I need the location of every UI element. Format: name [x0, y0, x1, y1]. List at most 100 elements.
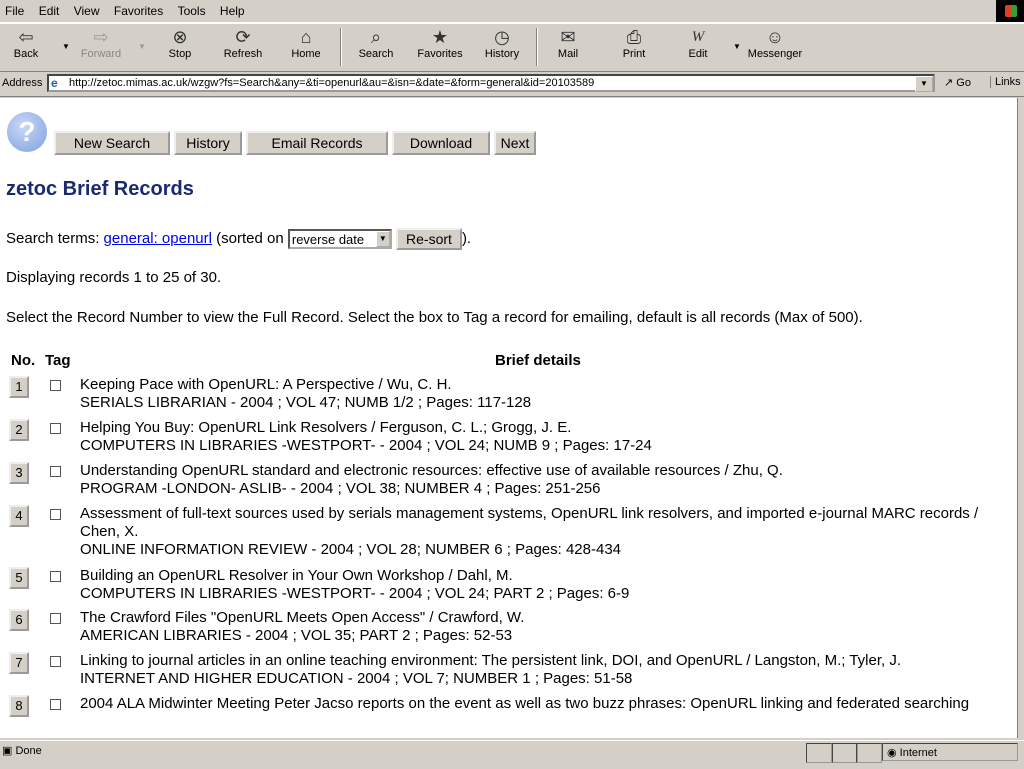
toolbar-separator [536, 28, 538, 66]
forward-dropdown-icon[interactable]: ▼ [138, 42, 146, 51]
record-number-button[interactable]: 7 [9, 652, 29, 674]
forward-button[interactable]: ⇨ Forward [76, 26, 126, 60]
refresh-button[interactable]: ⟳ Refresh [218, 26, 268, 60]
column-header-details: Brief details [495, 352, 581, 369]
history-button[interactable]: ◷ History [480, 26, 524, 60]
status-segment [806, 743, 832, 763]
refresh-icon: ⟳ [235, 27, 251, 47]
ie-page-icon: e [51, 76, 58, 90]
tag-checkbox[interactable] [50, 423, 61, 434]
menu-favorites[interactable]: Favorites [109, 0, 169, 18]
messenger-button[interactable]: ☺ Messenger [744, 26, 806, 60]
record-source: AMERICAN LIBRARIES - 2004 ; VOL 35; PART… [80, 627, 513, 644]
edit-button[interactable]: W Edit [680, 26, 716, 60]
search-terms-line: Search terms: general: openurl (sorted o… [6, 228, 471, 250]
tag-checkbox[interactable] [50, 571, 61, 582]
chevron-down-icon: ▼ [375, 231, 390, 247]
home-icon: ⌂ [300, 27, 312, 47]
print-icon: ⎙ [626, 27, 642, 47]
address-input[interactable]: e http://zetoc.mimas.ac.uk/wzgw?fs=Searc… [47, 74, 935, 92]
record-details: Keeping Pace with OpenURL: A Perspective… [80, 376, 1010, 412]
tag-checkbox[interactable] [50, 380, 61, 391]
tag-checkbox[interactable] [50, 509, 61, 520]
back-dropdown-icon[interactable]: ▼ [62, 42, 70, 51]
record-title: Keeping Pace with OpenURL: A Perspective… [80, 376, 452, 393]
back-arrow-icon: ⇦ [18, 27, 34, 47]
page-done-icon: ▣ [2, 745, 13, 757]
page-content: ? New Search History Email Records Downl… [0, 98, 1018, 738]
windows-logo-icon [996, 0, 1024, 22]
record-title: 2004 ALA Midwinter Meeting Peter Jacso r… [80, 695, 970, 712]
record-number-button[interactable]: 6 [9, 609, 29, 631]
tag-checkbox[interactable] [50, 656, 61, 667]
record-title: Helping You Buy: OpenURL Link Resolvers … [80, 419, 572, 436]
favorites-button[interactable]: ★ Favorites [412, 26, 468, 60]
stop-icon: ⊗ [172, 27, 188, 47]
record-source: PROGRAM -LONDON- ASLIB- - 2004 ; VOL 38;… [80, 480, 601, 497]
address-dropdown-icon[interactable]: ▼ [915, 76, 933, 92]
record-details: Linking to journal articles in an online… [80, 652, 1010, 688]
links-button[interactable]: Links [990, 76, 1021, 88]
messenger-icon: ☺ [765, 27, 785, 47]
favorites-folder-icon: ★ [431, 27, 449, 47]
status-segment [832, 743, 858, 763]
resort-button[interactable]: Re-sort [396, 228, 462, 250]
address-url: http://zetoc.mimas.ac.uk/wzgw?fs=Search&… [69, 77, 595, 89]
forward-arrow-icon: ⇨ [93, 27, 109, 47]
record-details: 2004 ALA Midwinter Meeting Peter Jacso r… [80, 695, 1010, 713]
record-number-button[interactable]: 2 [9, 419, 29, 441]
record-details: The Crawford Files "OpenURL Meets Open A… [80, 609, 1010, 645]
page-title: zetoc Brief Records [6, 178, 194, 200]
column-header-no: No. [11, 352, 36, 369]
next-button[interactable]: Next [494, 131, 536, 155]
record-title: Understanding OpenURL standard and elect… [80, 462, 783, 479]
stop-button[interactable]: ⊗ Stop [160, 26, 200, 60]
back-button[interactable]: ⇦ Back [8, 26, 44, 60]
history-icon: ◷ [494, 27, 510, 47]
search-terms-link[interactable]: general: openurl [104, 230, 212, 247]
mail-icon: ✉ [560, 27, 576, 47]
vertical-scrollbar[interactable] [1017, 98, 1024, 738]
history-nav-button[interactable]: History [174, 131, 242, 155]
address-label: Address [2, 77, 43, 89]
toolbar-separator [340, 28, 342, 66]
tag-checkbox[interactable] [50, 613, 61, 624]
address-bar: Address e http://zetoc.mimas.ac.uk/wzgw?… [0, 72, 1024, 97]
record-title: Assessment of full-text sources used by … [80, 505, 979, 540]
record-number-button[interactable]: 5 [9, 567, 29, 589]
menu-edit[interactable]: Edit [34, 0, 66, 18]
menu-help[interactable]: Help [215, 0, 251, 18]
displaying-count: Displaying records 1 to 25 of 30. [6, 269, 222, 286]
edit-dropdown-icon[interactable]: ▼ [733, 42, 741, 51]
record-source: INTERNET AND HIGHER EDUCATION - 2004 ; V… [80, 670, 633, 687]
record-source: ONLINE INFORMATION REVIEW - 2004 ; VOL 2… [80, 541, 622, 558]
tag-checkbox[interactable] [50, 466, 61, 477]
search-button[interactable]: ⌕ Search [352, 26, 400, 60]
go-button[interactable]: ↗ Go [944, 76, 971, 89]
security-zone: ◉ Internet [882, 743, 1018, 761]
toolbar: ⇦ Back ▼ ⇨ Forward ▼ ⊗ Stop ⟳ Refresh ⌂ … [0, 23, 1024, 72]
instructions-text: Select the Record Number to view the Ful… [6, 309, 863, 326]
status-bar: ▣ Done ◉ Internet [0, 740, 1024, 769]
record-number-button[interactable]: 4 [9, 505, 29, 527]
mail-button[interactable]: ✉ Mail [548, 26, 588, 60]
record-number-button[interactable]: 8 [9, 695, 29, 717]
home-button[interactable]: ⌂ Home [284, 26, 328, 60]
status-segment [856, 743, 882, 763]
print-button[interactable]: ⎙ Print [614, 26, 654, 60]
tag-checkbox[interactable] [50, 699, 61, 710]
email-records-button[interactable]: Email Records [246, 131, 388, 155]
download-button[interactable]: Download [392, 131, 490, 155]
record-source: SERIALS LIBRARIAN - 2004 ; VOL 47; NUMB … [80, 394, 532, 411]
help-question-icon[interactable]: ? [7, 112, 47, 152]
sort-select[interactable]: reverse date ▼ [287, 229, 392, 249]
menu-tools[interactable]: Tools [173, 0, 212, 18]
edit-word-icon: W [691, 29, 705, 45]
menu-view[interactable]: View [69, 0, 106, 18]
column-header-tag: Tag [45, 352, 71, 369]
new-search-button[interactable]: New Search [54, 131, 170, 155]
record-number-button[interactable]: 1 [9, 376, 29, 398]
status-text: ▣ Done [2, 745, 42, 757]
menu-file[interactable]: File [0, 0, 30, 18]
record-number-button[interactable]: 3 [9, 462, 29, 484]
